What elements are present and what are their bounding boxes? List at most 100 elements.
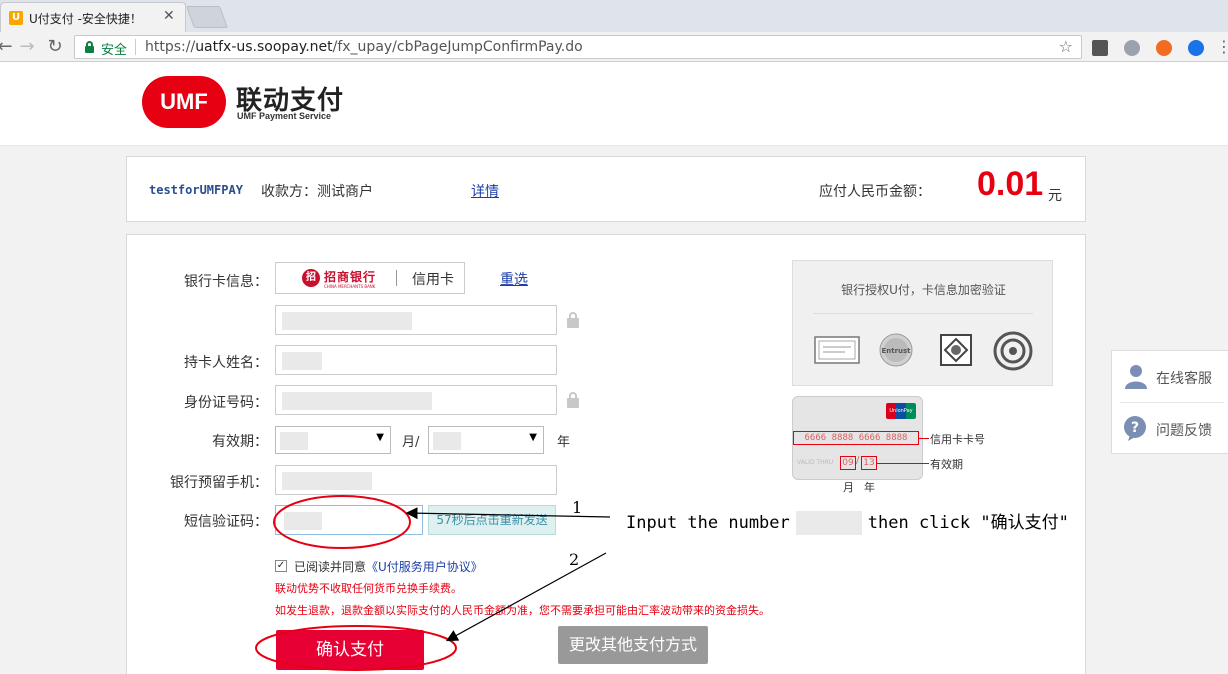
masked-value	[282, 472, 372, 490]
amount-unit: 元	[1048, 188, 1062, 204]
annotation-text: Input the number then click "确认支付"	[626, 508, 1069, 535]
expiry-month-select[interactable]: ▼	[275, 426, 391, 454]
feedback-button[interactable]: ? 问题反馈	[1112, 403, 1228, 453]
cfca-logo-icon	[993, 331, 1033, 371]
url-host: uatfx-us.soopay.net	[195, 39, 333, 55]
amount-value: 0.01	[977, 165, 1044, 203]
url-scheme: https://	[145, 39, 196, 55]
extension-globe-icon[interactable]	[1124, 40, 1140, 56]
masked-value	[433, 432, 461, 450]
address-bar[interactable]: 安全 https://uatfx-us.soopay.net/fx_upay/c…	[74, 35, 1082, 59]
masked-value	[282, 312, 412, 330]
expiry-label: 有效期：	[212, 434, 268, 450]
service-panel: 在线客服 ? 问题反馈	[1111, 350, 1228, 454]
card-divider	[396, 270, 397, 286]
agreement-link[interactable]: 《U付服务用户协议》	[366, 560, 483, 574]
selected-card: 招 招商银行 CHINA MERCHANTS BANK 信用卡	[275, 262, 465, 294]
sms-code-field[interactable]	[275, 505, 423, 535]
reselect-link[interactable]: 重选	[500, 269, 528, 289]
browser-tab-bar: U U付支付 -安全快捷！ ✕	[0, 0, 1228, 32]
bank-name: 招商银行	[324, 270, 377, 284]
online-service-button[interactable]: 在线客服	[1112, 351, 1228, 401]
month-suffix: 月/	[402, 435, 420, 450]
holder-label: 持卡人姓名：	[184, 355, 268, 371]
pointer-line	[877, 463, 929, 464]
unionpay-logo: UnionPay	[886, 403, 916, 419]
agree-text: 已阅读并同意《U付服务用户协议》	[294, 558, 483, 575]
divider	[813, 313, 1033, 314]
favicon-icon: U	[9, 11, 23, 25]
umf-logo: UMF	[142, 76, 226, 128]
chevron-down-icon: ▼	[376, 432, 384, 443]
agree-prefix: 已阅读并同意	[294, 560, 367, 574]
holder-name-field[interactable]	[275, 345, 557, 375]
year-suffix: 年	[557, 435, 571, 450]
sample-year: 13	[861, 456, 877, 470]
extension-orange-icon[interactable]	[1156, 40, 1172, 56]
security-badge-icon	[940, 334, 972, 366]
year-hint: 年	[864, 481, 875, 494]
verification-panel: 银行授权U付，卡信息加密验证 Entrust	[792, 260, 1053, 386]
month-hint: 月	[843, 481, 854, 494]
back-arrow-icon[interactable]: ←	[0, 36, 16, 58]
annotation-text-before: Input the number	[626, 513, 790, 533]
chevron-down-icon: ▼	[529, 432, 537, 443]
pointer-line	[919, 438, 929, 439]
question-bubble-icon: ?	[1124, 416, 1146, 441]
payee: 收款方：测试商户	[261, 184, 373, 200]
verify-title: 银行授权U付，卡信息加密验证	[841, 283, 1006, 297]
bank-logo-icon: 招	[302, 269, 320, 287]
id-number-field[interactable]	[275, 385, 557, 415]
extension-puzzle-icon[interactable]	[1092, 40, 1108, 56]
browser-toolbar: ← → ↻ 安全 https://uatfx-us.soopay.net/fx_…	[0, 32, 1228, 62]
url-text[interactable]: https://uatfx-us.soopay.net/fx_upay/cbPa…	[145, 39, 583, 55]
masked-value	[280, 432, 308, 450]
expiry-year-select[interactable]: ▼	[428, 426, 544, 454]
agree-checkbox[interactable]: ✓	[275, 560, 287, 572]
masked-value	[284, 512, 322, 530]
certificate-icon	[814, 336, 860, 364]
id-label: 身份证号码：	[184, 395, 268, 411]
reload-icon[interactable]: ↻	[44, 36, 66, 58]
url-divider	[135, 39, 136, 55]
page-header: UMF 联动支付 UMF Payment Service	[0, 62, 1228, 146]
detail-link[interactable]: 详情	[471, 181, 499, 201]
confirm-pay-button[interactable]: 确认支付	[276, 630, 424, 670]
card-number-field[interactable]	[275, 305, 557, 335]
new-tab-button[interactable]	[185, 6, 229, 28]
card-info-label: 银行卡信息：	[184, 274, 268, 290]
lock-icon	[567, 312, 579, 328]
annotation-step-1: 1	[572, 498, 583, 517]
order-summary: testforUMFPAY 收款方：测试商户 详情 应付人民币金额： 0.01 …	[126, 156, 1086, 222]
user-icon	[1125, 365, 1147, 389]
phone-field[interactable]	[275, 465, 557, 495]
close-icon[interactable]: ✕	[163, 8, 175, 24]
card-type: 信用卡	[412, 272, 454, 288]
notice-fee: 联动优势不收取任何货币兑换手续费。	[275, 582, 462, 595]
extension-blue-icon[interactable]	[1188, 40, 1204, 56]
sample-card-number: 6666 8888 6666 8888	[793, 431, 919, 445]
card-number-hint: 信用卡卡号	[930, 433, 985, 446]
online-service-label: 在线客服	[1156, 371, 1212, 387]
secure-label: 安全	[101, 43, 128, 58]
svg-text:Entrust: Entrust	[881, 347, 911, 355]
expiry-hint: 有效期	[930, 458, 963, 471]
phone-label: 银行预留手机：	[170, 475, 268, 491]
sms-label: 短信验证码：	[184, 514, 268, 530]
logo-en-text: UMF Payment Service	[237, 111, 332, 121]
resend-sms-button[interactable]: 57秒后点击重新发送	[428, 505, 556, 535]
masked-value	[282, 392, 432, 410]
merchant-id: testforUMFPAY	[149, 183, 243, 197]
notice-refund: 如发生退款，退款金额以实际支付的人民币金额为准，您不需要承担可能由汇率波动带来的…	[275, 604, 770, 617]
forward-arrow-icon[interactable]: →	[16, 36, 38, 58]
svg-text:?: ?	[1131, 420, 1139, 436]
lock-icon	[85, 41, 94, 53]
masked-value	[282, 352, 322, 370]
tab-title: U付支付 -安全快捷！	[29, 12, 142, 26]
entrust-seal-icon: Entrust	[879, 333, 913, 367]
change-payment-method-button[interactable]: 更改其他支付方式	[558, 626, 708, 664]
browser-menu-icon[interactable]: ⋮	[1216, 37, 1228, 56]
browser-tab[interactable]: U U付支付 -安全快捷！ ✕	[0, 2, 186, 32]
bookmark-star-icon[interactable]: ☆	[1059, 37, 1073, 56]
amount-label: 应付人民币金额：	[819, 184, 931, 200]
